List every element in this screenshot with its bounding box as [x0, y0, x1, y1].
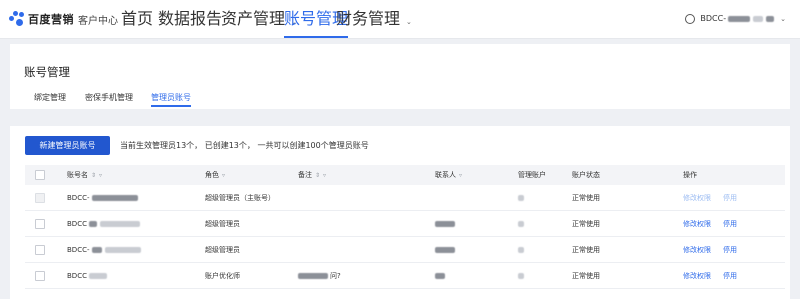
user-circle-icon: [685, 14, 696, 24]
column-managed-accounts: 管理账户: [518, 171, 546, 179]
brand-name: 百度营销: [28, 13, 74, 26]
nav-item-label: 数据报告: [158, 9, 223, 28]
sort-icon[interactable]: ⇕: [91, 172, 96, 179]
chevron-down-icon: ⌄: [406, 18, 412, 26]
page-title: 账号管理: [24, 65, 70, 79]
disable-link[interactable]: 停用: [723, 271, 737, 281]
table-header: 账号名 ⇕ ▿ 角色 ▿ 备注 ⇕ ▿ 联系人 ▿ 管理账户 账户状态 操作: [25, 165, 785, 185]
filter-icon[interactable]: ▿: [459, 172, 462, 179]
managed-accounts-cell: [518, 263, 524, 288]
disable-link[interactable]: 停用: [723, 245, 737, 255]
admin-count-summary: 当前生效管理员13个， 已创建13个， 一共可以创建100个管理员账号: [120, 141, 369, 150]
redacted-username: [728, 16, 751, 22]
user-name-prefix: BDCC-: [700, 14, 727, 23]
nav-item-label: 首页: [121, 9, 154, 28]
filter-icon[interactable]: ▿: [222, 172, 225, 179]
account-name-cell: BDCC: [67, 263, 107, 288]
role-cell: 超级管理员: [205, 245, 240, 254]
table-row: BDCC 账户优化师 问? 正常使用 修改权限 停用: [25, 263, 785, 289]
redacted-account-name: [99, 220, 140, 227]
edit-permission-link: 修改权限: [683, 193, 711, 202]
redacted-account-name: [88, 220, 97, 227]
nav-item-label: 财务管理: [336, 9, 401, 28]
admin-accounts-table: 账号名 ⇕ ▿ 角色 ▿ 备注 ⇕ ▿ 联系人 ▿ 管理账户 账户状态 操作 B…: [25, 165, 785, 289]
remark-cell: 问?: [298, 263, 341, 288]
role-cell: 超级管理员（主账号）: [205, 193, 275, 202]
account-name-cell: BDCC-: [67, 185, 138, 210]
column-status: 账户状态: [572, 171, 600, 179]
redacted-account-name: [91, 246, 102, 253]
chevron-down-icon: ⌄: [780, 15, 786, 23]
table-row: BDCC- 超级管理员（主账号） 正常使用 修改权限 停用: [25, 185, 785, 211]
filter-icon[interactable]: ▿: [99, 172, 102, 179]
row-checkbox[interactable]: [35, 237, 45, 262]
account-name-cell: BDCC: [67, 211, 140, 236]
disable-link: 停用: [723, 193, 737, 202]
admin-accounts-panel: 新建管理员账号 当前生效管理员13个， 已创建13个， 一共可以创建100个管理…: [10, 126, 790, 299]
sort-icon[interactable]: ⇕: [315, 172, 320, 179]
redacted-username: [753, 16, 764, 22]
brand-subtitle: 客户中心: [78, 15, 118, 27]
nav-item-finance[interactable]: 财务管理 ⌄: [336, 0, 412, 38]
status-cell: 正常使用: [572, 219, 600, 228]
operations-cell: 修改权限 停用: [683, 211, 749, 236]
table-row: BDCC- 超级管理员 正常使用 修改权限 停用: [25, 237, 785, 263]
top-nav-bar: 百度营销 客户中心 首页 数据报告 ⌄ 资产管理 ⌄ 账号管理 财务管理 ⌄ BDCC…: [0, 0, 800, 39]
managed-accounts-cell: [518, 237, 524, 262]
nav-item-home[interactable]: 首页: [121, 0, 153, 38]
page-header: 账号管理 绑定管理 密保手机管理 管理员账号: [10, 44, 790, 109]
tab-admin-accounts[interactable]: 管理员账号: [151, 92, 191, 107]
redacted-username: [766, 16, 775, 22]
redacted-account-name: [88, 272, 107, 279]
role-cell: 账户优化师: [205, 271, 240, 280]
tab-security-phone[interactable]: 密保手机管理: [85, 92, 133, 103]
row-checkbox[interactable]: [35, 211, 45, 236]
status-cell: 正常使用: [572, 271, 600, 280]
column-contact[interactable]: 联系人 ▿: [435, 165, 462, 185]
row-checkbox: [35, 185, 45, 210]
redacted-account-name: [104, 246, 141, 253]
contact-cell: [435, 263, 445, 288]
managed-accounts-cell: [518, 211, 524, 236]
status-cell: 正常使用: [572, 245, 600, 254]
create-admin-button[interactable]: 新建管理员账号: [25, 136, 110, 155]
filter-icon[interactable]: ▿: [323, 172, 326, 179]
managed-accounts-cell: [518, 185, 524, 210]
account-name-cell: BDCC-: [67, 237, 141, 262]
edit-permission-link[interactable]: 修改权限: [683, 245, 711, 255]
select-all-checkbox[interactable]: [35, 165, 45, 185]
baidu-paw-icon: [9, 11, 25, 27]
edit-permission-link[interactable]: 修改权限: [683, 219, 711, 229]
row-checkbox[interactable]: [35, 263, 45, 288]
operations-cell: 修改权限 停用: [683, 263, 749, 288]
status-cell: 正常使用: [572, 193, 600, 202]
nav-item-label: 资产管理: [221, 9, 286, 28]
column-account[interactable]: 账号名 ⇕ ▿: [67, 165, 102, 185]
contact-cell: [435, 237, 455, 262]
user-menu[interactable]: BDCC- ⌄: [685, 0, 786, 38]
column-remark[interactable]: 备注 ⇕ ▿: [298, 165, 326, 185]
column-operations: 操作: [683, 171, 697, 179]
role-cell: 超级管理员: [205, 219, 240, 228]
operations-cell: 修改权限 停用: [683, 237, 749, 262]
tab-binding[interactable]: 绑定管理: [34, 92, 66, 103]
disable-link[interactable]: 停用: [723, 219, 737, 229]
brand-logo[interactable]: 百度营销 客户中心: [9, 11, 118, 27]
edit-permission-link[interactable]: 修改权限: [683, 271, 711, 281]
table-row: BDCC 超级管理员 正常使用 修改权限 停用: [25, 211, 785, 237]
operations-cell: 修改权限 停用: [683, 185, 749, 210]
redacted-remark: [298, 272, 328, 279]
contact-cell: [435, 211, 455, 236]
redacted-account-name: [91, 194, 138, 201]
column-role[interactable]: 角色 ▿: [205, 165, 225, 185]
